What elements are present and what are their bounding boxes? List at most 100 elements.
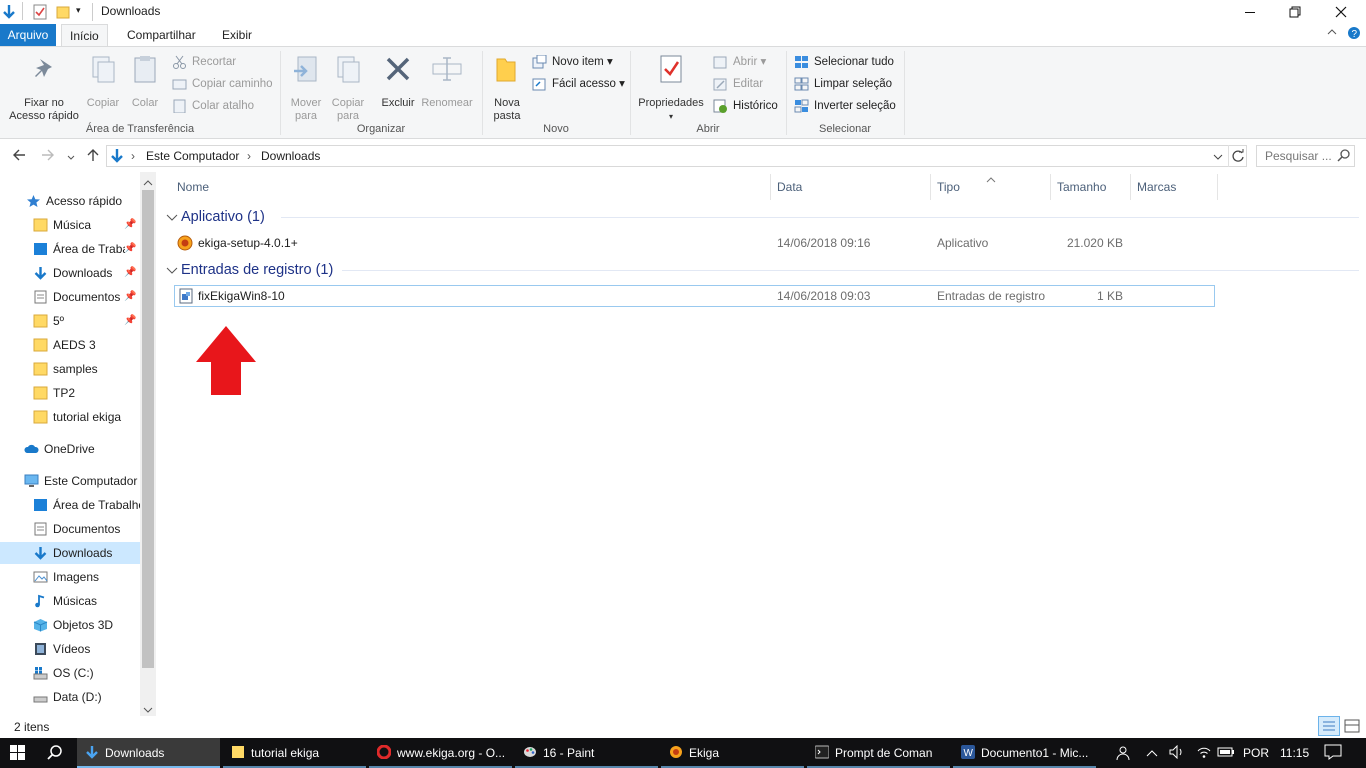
breadcrumb-este-computador[interactable]: Este Computador: [146, 149, 239, 163]
new-folder-button[interactable]: Nova pasta: [488, 53, 526, 123]
properties-checklist-icon[interactable]: [33, 4, 47, 23]
column-header-tags[interactable]: Marcas: [1137, 180, 1176, 194]
column-header-date[interactable]: Data: [777, 180, 802, 194]
windows-start-icon[interactable]: [10, 745, 26, 764]
new-item-button[interactable]: Novo item ▾: [532, 53, 613, 71]
group-header-aplicativo[interactable]: Aplicativo (1): [181, 209, 265, 225]
select-none-button[interactable]: Limpar seleção: [794, 75, 892, 93]
battery-icon[interactable]: [1217, 738, 1235, 768]
language-indicator[interactable]: POR: [1243, 738, 1269, 768]
column-header-size[interactable]: Tamanho: [1057, 180, 1106, 194]
nav-pc-musicas[interactable]: Músicas: [33, 590, 140, 612]
file-row[interactable]: ekiga-setup-4.0.1+ 14/06/2018 09:16 Apli…: [174, 232, 1215, 254]
nav-quick-musica[interactable]: Música: [33, 214, 125, 236]
nav-pc-drive-c[interactable]: OS (C:): [33, 662, 140, 684]
nav-quick-aeds3[interactable]: AEDS 3: [33, 334, 138, 356]
column-separator[interactable]: [930, 174, 931, 200]
copy-path-button[interactable]: Copiar caminho: [172, 75, 273, 93]
nav-pc-imagens[interactable]: Imagens: [33, 566, 140, 588]
minimize-button[interactable]: [1227, 0, 1273, 24]
nav-pc-documentos[interactable]: Documentos: [33, 518, 140, 540]
show-hidden-icons-icon[interactable]: [1146, 738, 1158, 768]
nav-quick-desktop[interactable]: Área de Trabalho: [33, 238, 125, 260]
taskbar-item-downloads[interactable]: Downloads: [77, 738, 220, 768]
nav-quick-documentos[interactable]: Documentos: [33, 286, 125, 308]
taskbar-item-opera[interactable]: www.ekiga.org - O...: [369, 738, 512, 768]
nav-scrollbar[interactable]: [140, 172, 156, 716]
scroll-down-icon[interactable]: [143, 703, 153, 717]
nav-onedrive[interactable]: OneDrive: [24, 438, 95, 460]
column-separator[interactable]: [1217, 174, 1218, 200]
breadcrumb-downloads[interactable]: Downloads: [261, 149, 320, 163]
nav-quick-samples[interactable]: samples: [33, 358, 138, 380]
nav-this-pc[interactable]: Este Computador: [24, 470, 140, 492]
wifi-icon[interactable]: [1196, 738, 1212, 768]
clock[interactable]: 11:15: [1280, 738, 1309, 768]
nav-pc-objetos-3d[interactable]: Objetos 3D: [33, 614, 140, 636]
cut-button[interactable]: Recortar: [172, 53, 236, 71]
taskbar-item-tutorial-ekiga[interactable]: tutorial ekiga: [223, 738, 366, 768]
nav-pc-downloads[interactable]: Downloads: [0, 542, 140, 564]
scroll-up-icon[interactable]: [143, 176, 153, 190]
collapse-ribbon-icon[interactable]: [1326, 27, 1338, 40]
pin-quick-access-button[interactable]: Fixar no Acesso rápido: [6, 53, 82, 123]
close-button[interactable]: [1318, 0, 1364, 24]
large-icons-view-icon[interactable]: [1344, 719, 1360, 736]
select-all-button[interactable]: Selecionar tudo: [794, 53, 894, 71]
column-header-name[interactable]: Nome: [177, 180, 209, 194]
recent-locations-icon[interactable]: [66, 149, 76, 165]
open-button[interactable]: Abrir ▾: [713, 53, 766, 71]
group-collapse-icon[interactable]: [166, 265, 178, 279]
maximize-button[interactable]: [1272, 0, 1318, 24]
invert-selection-button[interactable]: Inverter seleção: [794, 97, 896, 115]
down-arrow-icon[interactable]: [2, 4, 16, 23]
nav-quick-5[interactable]: 5º: [33, 310, 125, 332]
address-dropdown-icon[interactable]: [1213, 151, 1223, 165]
taskbar-item-ekiga[interactable]: Ekiga: [661, 738, 804, 768]
move-to-button[interactable]: Mover para: [285, 53, 327, 123]
search-icon[interactable]: [47, 745, 63, 764]
delete-button[interactable]: Excluir: [377, 53, 419, 110]
details-view-icon[interactable]: [1318, 716, 1340, 736]
taskbar-item-word[interactable]: W Documento1 - Mic...: [953, 738, 1096, 768]
copy-to-button[interactable]: Copiar para: [327, 53, 369, 123]
people-icon[interactable]: [1116, 738, 1132, 768]
search-input[interactable]: Pesquisar ...: [1256, 145, 1355, 167]
paste-button[interactable]: Colar: [126, 53, 164, 110]
forward-arrow-icon[interactable]: [40, 147, 56, 166]
refresh-icon[interactable]: [1231, 149, 1245, 166]
history-button[interactable]: Histórico: [713, 97, 778, 115]
notifications-icon[interactable]: [1324, 738, 1342, 768]
easy-access-button[interactable]: Fácil acesso ▾: [532, 75, 625, 93]
help-icon[interactable]: ?: [1347, 26, 1361, 43]
volume-icon[interactable]: [1169, 738, 1185, 768]
nav-quick-access[interactable]: Acesso rápido: [26, 190, 122, 212]
edit-button[interactable]: Editar: [713, 75, 763, 93]
nav-quick-tutorial-ekiga[interactable]: tutorial ekiga: [33, 406, 138, 428]
taskbar-item-command-prompt[interactable]: Prompt de Coman: [807, 738, 950, 768]
column-separator[interactable]: [1130, 174, 1131, 200]
address-bar[interactable]: › Este Computador › Downloads: [106, 145, 1247, 167]
nav-quick-tp2[interactable]: TP2: [33, 382, 138, 404]
nav-quick-downloads[interactable]: Downloads: [33, 262, 125, 284]
new-folder-icon[interactable]: [56, 4, 70, 23]
group-header-entradas-registro[interactable]: Entradas de registro (1): [181, 262, 333, 278]
rename-button[interactable]: Renomear: [420, 53, 474, 110]
paste-shortcut-button[interactable]: Colar atalho: [172, 97, 254, 115]
tab-exibir[interactable]: Exibir: [214, 24, 260, 46]
tab-compartilhar[interactable]: Compartilhar: [119, 24, 204, 46]
column-separator[interactable]: [770, 174, 771, 200]
tab-inicio[interactable]: Início: [61, 24, 108, 47]
taskbar-item-paint[interactable]: 16 - Paint: [515, 738, 658, 768]
column-header-type[interactable]: Tipo: [937, 180, 960, 194]
up-arrow-icon[interactable]: [85, 147, 101, 166]
properties-button[interactable]: Propriedades ▾: [635, 53, 707, 123]
nav-pc-videos[interactable]: Vídeos: [33, 638, 140, 660]
nav-pc-drive-d[interactable]: Data (D:): [33, 686, 140, 708]
file-row[interactable]: fixEkigaWin8-10 14/06/2018 09:03 Entrada…: [174, 285, 1215, 307]
column-separator[interactable]: [1050, 174, 1051, 200]
customize-toolbar-icon[interactable]: ▾: [76, 5, 81, 16]
copy-button[interactable]: Copiar: [84, 53, 122, 110]
tab-arquivo[interactable]: Arquivo: [0, 24, 56, 46]
group-collapse-icon[interactable]: [166, 212, 178, 226]
